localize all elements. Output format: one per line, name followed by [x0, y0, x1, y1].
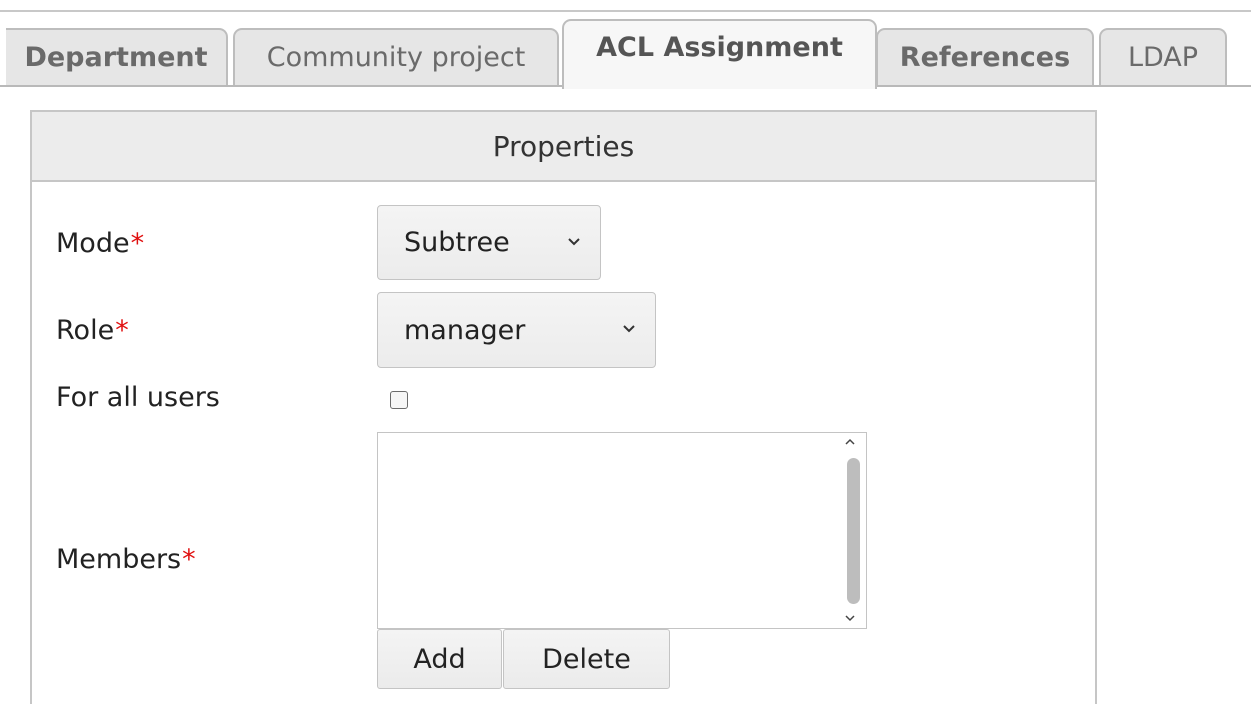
scroll-down-arrow-icon[interactable] [843, 613, 857, 623]
properties-panel: Properties Mode* Subtree Role* manager F… [30, 110, 1097, 704]
members-label: Members* [56, 544, 196, 575]
panel-title: Properties [32, 112, 1095, 182]
tab-community-project[interactable]: Community project [233, 28, 559, 85]
required-asterisk: * [182, 544, 196, 575]
scrollbar-thumb[interactable] [847, 458, 860, 604]
mode-label: Mode* [56, 228, 144, 259]
delete-member-button[interactable]: Delete [503, 629, 670, 689]
role-select[interactable]: manager [377, 292, 656, 368]
for-all-users-checkbox[interactable] [390, 391, 408, 409]
members-label-text: Members [56, 544, 182, 575]
tab-ldap[interactable]: LDAP [1099, 28, 1227, 85]
role-label-text: Role [56, 315, 115, 346]
required-asterisk: * [115, 315, 129, 346]
mode-select-value: Subtree [404, 227, 510, 258]
tab-bar: Department Community project References … [0, 0, 1251, 90]
add-member-button[interactable]: Add [377, 629, 502, 689]
chevron-down-icon [623, 325, 635, 333]
acl-assignment-view: Department Community project References … [0, 0, 1251, 704]
required-asterisk: * [130, 228, 145, 259]
members-listbox[interactable] [377, 432, 867, 629]
scroll-up-arrow-icon[interactable] [843, 437, 857, 447]
chevron-down-icon [568, 238, 580, 246]
mode-select[interactable]: Subtree [377, 205, 601, 280]
tab-references[interactable]: References [876, 28, 1094, 85]
role-select-value: manager [404, 314, 526, 346]
for-all-users-label: For all users [56, 382, 220, 413]
tab-acl-assignment[interactable]: ACL Assignment [562, 19, 877, 89]
mode-label-text: Mode [56, 228, 130, 259]
role-label: Role* [56, 315, 129, 346]
tab-department[interactable]: Department [6, 28, 228, 85]
